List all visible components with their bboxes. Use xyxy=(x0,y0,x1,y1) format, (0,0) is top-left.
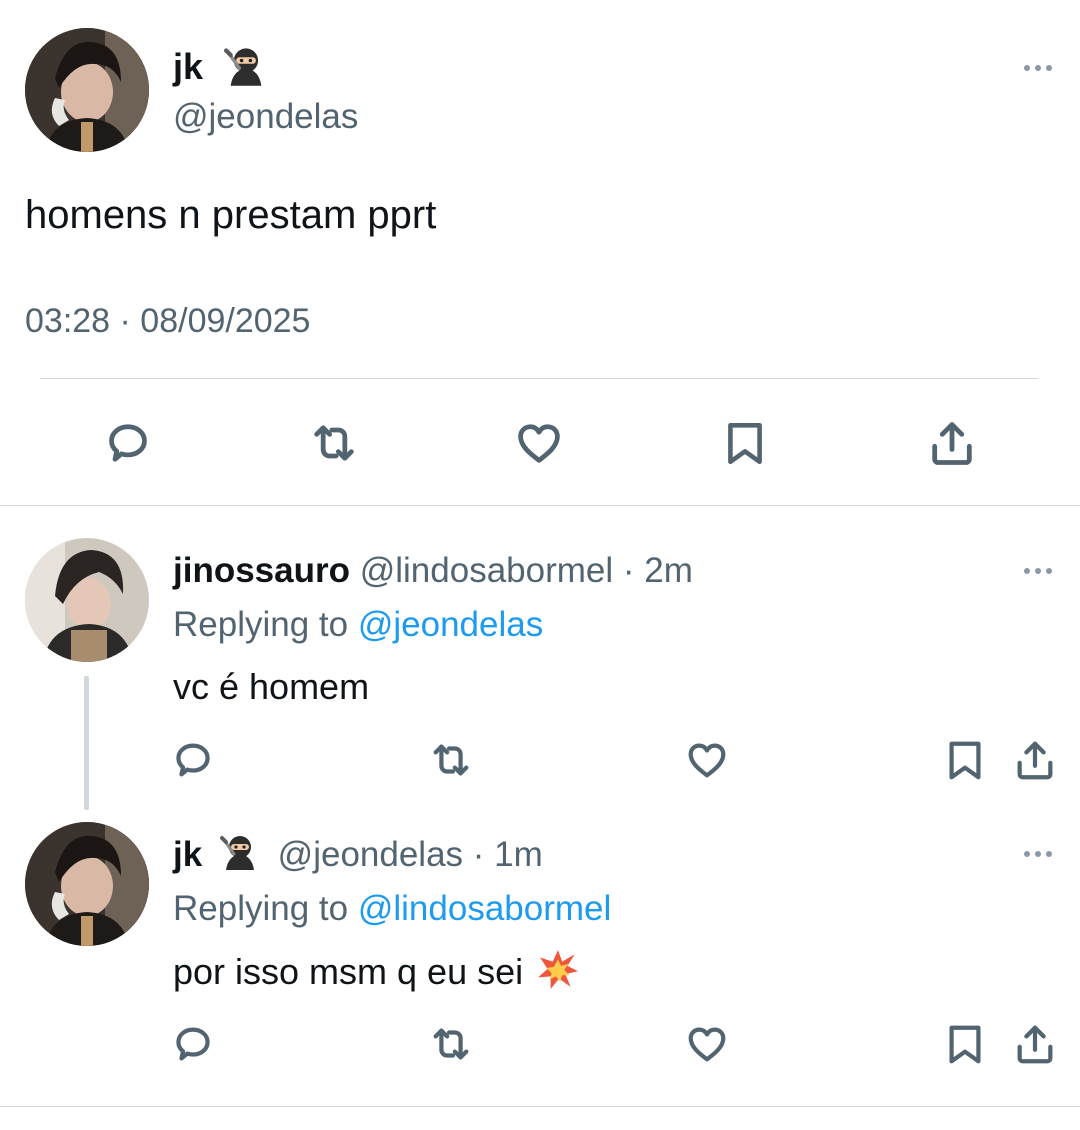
reply-header: jinossauro @lindosabormel · 2m xyxy=(173,548,693,594)
collision-emoji-icon xyxy=(537,948,579,990)
display-name[interactable]: jinossauro xyxy=(173,551,350,590)
retweet-icon[interactable] xyxy=(306,417,362,469)
reply-icon[interactable] xyxy=(170,737,216,783)
more-options-icon[interactable] xyxy=(1024,851,1052,857)
display-name[interactable]: jk xyxy=(173,835,202,874)
more-options-icon[interactable] xyxy=(1024,568,1052,574)
avatar[interactable] xyxy=(25,28,149,152)
ninja-emoji-icon xyxy=(216,832,264,872)
reply-time[interactable]: · 2m xyxy=(623,551,693,590)
replying-to-label: Replying to xyxy=(173,605,349,644)
bookmark-icon[interactable] xyxy=(942,737,988,783)
share-icon[interactable] xyxy=(1012,1021,1058,1067)
tweet-text: homens n prestam pprt xyxy=(25,193,437,237)
reply-header: jk @jeondelas · 1m xyxy=(173,832,543,878)
ninja-emoji-icon xyxy=(222,44,270,88)
replying-to: Replying to @jeondelas xyxy=(173,603,543,647)
reply-text: por isso msm q eu sei xyxy=(173,951,524,992)
replying-to-label: Replying to xyxy=(173,889,349,928)
retweet-icon[interactable] xyxy=(426,1021,476,1067)
like-icon[interactable] xyxy=(684,737,730,783)
more-options-icon[interactable] xyxy=(1024,65,1052,71)
reply-icon[interactable] xyxy=(170,1021,216,1067)
like-icon[interactable] xyxy=(684,1021,730,1067)
divider xyxy=(0,1106,1080,1107)
divider xyxy=(0,505,1080,506)
reply-time[interactable]: · 1m xyxy=(473,835,543,874)
thread-line xyxy=(84,676,89,810)
replying-to: Replying to @lindosabormel xyxy=(173,887,611,931)
user-handle[interactable]: @jeondelas xyxy=(278,835,463,874)
avatar[interactable] xyxy=(25,538,149,662)
like-icon[interactable] xyxy=(513,417,565,469)
reply-text: vc é homem xyxy=(173,666,370,707)
replying-to-link[interactable]: @lindosabormel xyxy=(358,889,611,928)
bookmark-icon[interactable] xyxy=(720,417,770,469)
reply-text-row: por isso msm q eu sei xyxy=(173,948,579,995)
user-handle[interactable]: @lindosabormel xyxy=(360,551,613,590)
bookmark-icon[interactable] xyxy=(942,1021,988,1067)
share-icon[interactable] xyxy=(926,417,978,469)
display-name[interactable]: jk xyxy=(173,44,203,90)
replying-to-link[interactable]: @jeondelas xyxy=(358,605,543,644)
divider xyxy=(40,378,1038,379)
avatar[interactable] xyxy=(25,822,149,946)
share-icon[interactable] xyxy=(1012,737,1058,783)
retweet-icon[interactable] xyxy=(426,737,476,783)
reply-icon[interactable] xyxy=(102,417,154,469)
tweet-timestamp[interactable]: 03:28 · 08/09/2025 xyxy=(25,300,310,342)
user-handle[interactable]: @jeondelas xyxy=(173,95,358,139)
